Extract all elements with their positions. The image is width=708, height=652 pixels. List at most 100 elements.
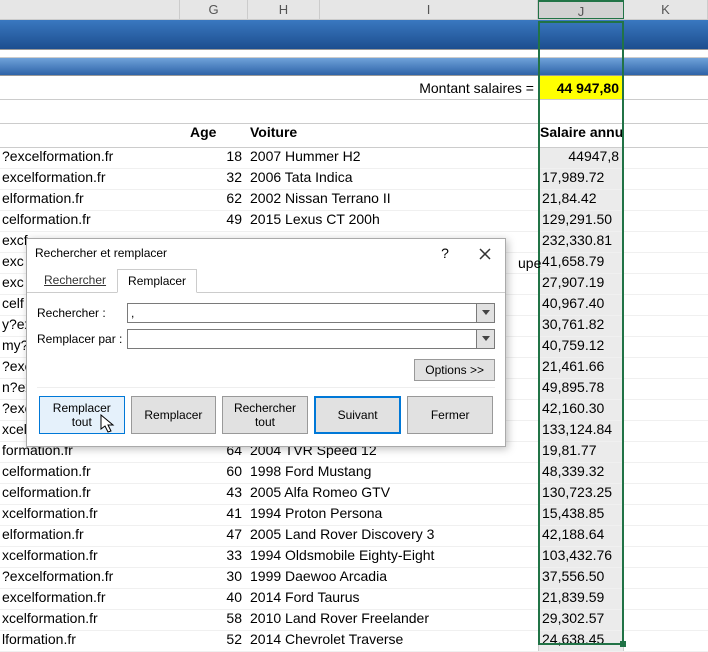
cell-domain[interactable]: celformation.fr <box>0 211 160 231</box>
spacer <box>0 100 708 124</box>
cell-salaire[interactable]: 19,81.77 <box>538 442 624 462</box>
cell-voiture[interactable]: 2007 Hummer H2 <box>248 148 538 168</box>
next-button[interactable]: Suivant <box>314 396 402 434</box>
table-row[interactable]: celformation.fr 492015 Lexus CT 200h129,2… <box>0 211 708 232</box>
find-input[interactable] <box>131 306 473 320</box>
cell-age[interactable]: 30 <box>180 568 248 588</box>
cell-domain[interactable]: celformation.fr <box>0 484 160 504</box>
cell-salaire[interactable]: 24,638.45 <box>538 631 624 651</box>
cell-age[interactable]: 58 <box>180 610 248 630</box>
close-button[interactable]: Fermer <box>407 396 493 434</box>
salaire-header: Salaire annuel <box>538 124 624 147</box>
table-row[interactable]: celformation.fr 601998 Ford Mustang48,339… <box>0 463 708 484</box>
cell-salaire[interactable]: 49,895.78 <box>538 379 624 399</box>
table-row[interactable]: xcelformation.fr 331994 Oldsmobile Eighty… <box>0 547 708 568</box>
cell-salaire[interactable]: 103,432.76 <box>538 547 624 567</box>
cell-salaire[interactable]: 44947,8 <box>538 148 624 168</box>
cell-age[interactable]: 62 <box>180 190 248 210</box>
cell-domain[interactable]: elformation.fr <box>0 526 160 546</box>
col-i[interactable]: I <box>320 0 538 19</box>
cell-salaire[interactable]: 21,461.66 <box>538 358 624 378</box>
cell-salaire[interactable]: 21,839.59 <box>538 589 624 609</box>
cell-salaire[interactable]: 42,188.64 <box>538 526 624 546</box>
cell-salaire[interactable]: 48,339.32 <box>538 463 624 483</box>
table-row[interactable]: excelformation.fr 322006 Tata Indica17,98… <box>0 169 708 190</box>
cell-salaire[interactable]: 17,989.72 <box>538 169 624 189</box>
replace-all-button[interactable]: Remplacer tout <box>39 396 125 434</box>
cell-domain[interactable]: celformation.fr <box>0 463 160 483</box>
cell-age[interactable]: 18 <box>180 148 248 168</box>
cell-salaire[interactable]: 29,302.57 <box>538 610 624 630</box>
table-row[interactable]: elformation.fr 472005 Land Rover Discover… <box>0 526 708 547</box>
col-g[interactable]: G <box>180 0 248 19</box>
cell-voiture[interactable]: 2005 Alfa Romeo GTV <box>248 484 538 504</box>
cell-voiture[interactable]: 2005 Land Rover Discovery 3 <box>248 526 538 546</box>
cell-domain[interactable]: elformation.fr <box>0 190 160 210</box>
cell-voiture[interactable]: 2014 Chevrolet Traverse <box>248 631 538 651</box>
cell-age[interactable]: 33 <box>180 547 248 567</box>
cell-salaire[interactable]: 133,124.84 <box>538 421 624 441</box>
cell-age[interactable]: 60 <box>180 463 248 483</box>
table-row[interactable]: lformation.fr 522014 Chevrolet Traverse24… <box>0 631 708 652</box>
cell-domain[interactable]: lformation.fr <box>0 631 160 651</box>
cell-domain[interactable]: xcelformation.fr <box>0 547 160 567</box>
table-row[interactable]: xcelformation.fr 411994 Proton Persona15,… <box>0 505 708 526</box>
table-row[interactable]: xcelformation.fr 582010 Land Rover Freela… <box>0 610 708 631</box>
cell-salaire[interactable]: 15,438.85 <box>538 505 624 525</box>
cell-domain[interactable]: excelformation.fr <box>0 169 160 189</box>
cell-salaire[interactable]: 41,658.79 <box>538 253 624 273</box>
replace-button[interactable]: Remplacer <box>131 396 217 434</box>
help-button[interactable]: ? <box>425 239 465 267</box>
col-k[interactable]: K <box>624 0 708 19</box>
cell-voiture[interactable]: 2010 Land Rover Freelander <box>248 610 538 630</box>
cell-domain[interactable]: ?excelformation.fr <box>0 568 160 588</box>
cell-age[interactable]: 41 <box>180 505 248 525</box>
cell-voiture[interactable]: 2006 Tata Indica <box>248 169 538 189</box>
table-row[interactable]: ?excelformation.fr 301999 Daewoo Arcadia3… <box>0 568 708 589</box>
close-icon[interactable] <box>465 239 505 267</box>
cell-salaire[interactable]: 42,160.30 <box>538 400 624 420</box>
find-dropdown[interactable] <box>477 303 495 323</box>
cell-domain[interactable]: xcelformation.fr <box>0 610 160 630</box>
col-f[interactable] <box>0 0 180 19</box>
cell-voiture[interactable]: 2015 Lexus CT 200h <box>248 211 538 231</box>
cell-salaire[interactable]: 37,556.50 <box>538 568 624 588</box>
cell-voiture[interactable]: 1999 Daewoo Arcadia <box>248 568 538 588</box>
cell-salaire[interactable]: 129,291.50 <box>538 211 624 231</box>
cell-age[interactable]: 49 <box>180 211 248 231</box>
tab-search[interactable]: Rechercher <box>33 268 117 292</box>
cell-salaire[interactable]: 232,330.81 <box>538 232 624 252</box>
cell-voiture[interactable]: 1998 Ford Mustang <box>248 463 538 483</box>
replace-dropdown[interactable] <box>477 329 495 349</box>
cell-salaire[interactable]: 40,967.40 <box>538 295 624 315</box>
dialog-titlebar[interactable]: Rechercher et remplacer ? <box>27 239 505 267</box>
replace-input[interactable] <box>131 332 473 346</box>
col-j-selected[interactable]: J <box>538 0 624 19</box>
cell-salaire[interactable]: 130,723.25 <box>538 484 624 504</box>
tab-replace[interactable]: Remplacer <box>117 269 197 293</box>
cell-domain[interactable]: excelformation.fr <box>0 589 160 609</box>
cell-age[interactable]: 40 <box>180 589 248 609</box>
montant-value[interactable]: 44 947,80 <box>538 76 624 99</box>
cell-domain[interactable]: xcelformation.fr <box>0 505 160 525</box>
cell-salaire[interactable]: 27,907.19 <box>538 274 624 294</box>
cell-voiture[interactable]: 2002 Nissan Terrano II <box>248 190 538 210</box>
table-row[interactable]: elformation.fr 622002 Nissan Terrano II21… <box>0 190 708 211</box>
options-button[interactable]: Options >> <box>414 359 495 381</box>
find-all-button[interactable]: Rechercher tout <box>222 396 308 434</box>
table-row[interactable]: ?excelformation.fr 182007 Hummer H244947,… <box>0 148 708 169</box>
col-h[interactable]: H <box>248 0 320 19</box>
table-row[interactable]: celformation.fr 432005 Alfa Romeo GTV130,… <box>0 484 708 505</box>
cell-voiture[interactable]: 1994 Oldsmobile Eighty-Eight <box>248 547 538 567</box>
cell-domain[interactable]: ?excelformation.fr <box>0 148 160 168</box>
cell-salaire[interactable]: 40,759.12 <box>538 337 624 357</box>
cell-age[interactable]: 32 <box>180 169 248 189</box>
cell-voiture[interactable]: 1994 Proton Persona <box>248 505 538 525</box>
cell-age[interactable]: 47 <box>180 526 248 546</box>
table-row[interactable]: excelformation.fr 402014 Ford Taurus21,83… <box>0 589 708 610</box>
cell-salaire[interactable]: 21,84.42 <box>538 190 624 210</box>
cell-voiture[interactable]: 2014 Ford Taurus <box>248 589 538 609</box>
cell-age[interactable]: 52 <box>180 631 248 651</box>
cell-salaire[interactable]: 30,761.82 <box>538 316 624 336</box>
cell-age[interactable]: 43 <box>180 484 248 504</box>
